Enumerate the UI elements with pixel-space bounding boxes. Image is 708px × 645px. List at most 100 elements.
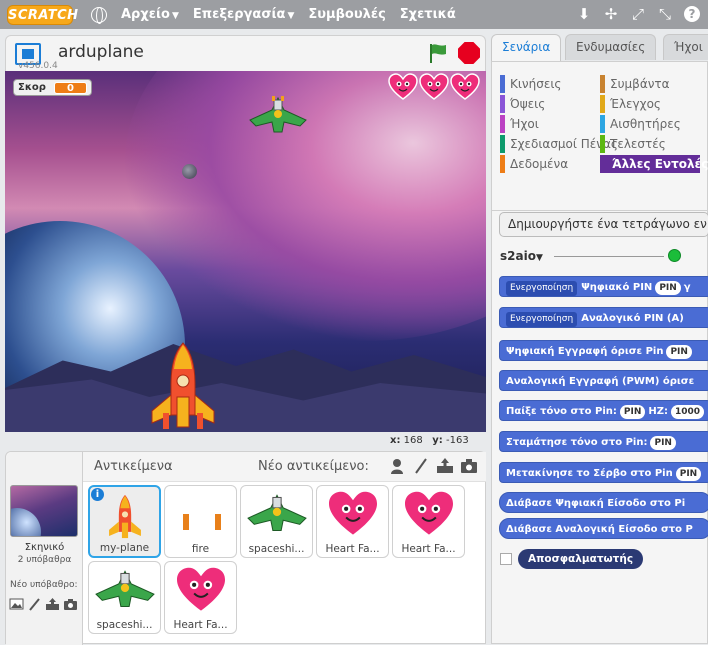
upload-icon[interactable] bbox=[45, 597, 60, 611]
block-analog-write[interactable]: Αναλογική Εγγραφή (PWM) όρισε bbox=[499, 370, 708, 391]
rocket-sprite[interactable] bbox=[148, 341, 218, 431]
sprite-name: Heart Fa... bbox=[325, 543, 380, 555]
score-monitor[interactable]: Σκορ 0 bbox=[13, 79, 92, 96]
menu-file[interactable]: Αρχείο ▼ bbox=[121, 7, 179, 22]
menu-tips[interactable]: Συμβουλές bbox=[308, 7, 385, 22]
sprite-name: spaceshi... bbox=[96, 619, 153, 631]
sprite-name: fire bbox=[191, 543, 210, 555]
backdrop-tools bbox=[9, 597, 78, 611]
sprite-tile[interactable]: i my-plane bbox=[88, 485, 161, 558]
grow-icon[interactable]: ⤢ bbox=[630, 6, 646, 22]
dropdown: Ενεργοποίηση bbox=[506, 281, 578, 296]
block-move-servo[interactable]: Μετακίνησε το Σέρβο στο Pin PIN bbox=[499, 462, 708, 483]
dropdown: Ενεργοποίηση bbox=[506, 312, 578, 327]
sprites-title: Αντικείμενα bbox=[94, 459, 173, 474]
menu-about[interactable]: Σχετικά bbox=[400, 7, 456, 22]
monitor-label: Σκορ bbox=[18, 82, 46, 93]
category-sound[interactable]: Ήχοι bbox=[500, 115, 539, 133]
sprite-tile[interactable]: Heart Fa... bbox=[316, 485, 389, 558]
block-read-digital[interactable]: Διάβασε Ψηφιακή Είσοδο στο Pi bbox=[499, 492, 708, 513]
stage-canvas[interactable]: Σκορ 0 bbox=[5, 71, 486, 432]
globe-icon[interactable] bbox=[91, 6, 107, 24]
tab-scripts[interactable]: Σενάρια bbox=[491, 34, 562, 62]
block-analog-pin[interactable]: Ενεργοποίηση Αναλογικό PIN (A) bbox=[499, 307, 708, 328]
upload-icon[interactable] bbox=[436, 457, 454, 475]
heart-thumbnail bbox=[176, 567, 225, 611]
menu-bar: SCRATCH Αρχείο ▼ Επεξεργασία ▼ Συμβουλές Σ… bbox=[0, 0, 708, 29]
paint-brush-icon[interactable] bbox=[27, 597, 42, 611]
fire-thumbnail bbox=[182, 514, 221, 530]
camera-icon[interactable] bbox=[460, 457, 478, 475]
debugger-block[interactable]: Αποσφαλματωτής bbox=[518, 549, 644, 569]
stop-icon[interactable] bbox=[458, 42, 480, 64]
sprite-tile[interactable]: Heart Fa... bbox=[164, 561, 237, 634]
blocks-panel: Σενάρια Ενδυμασίες Ήχοι Κινήσεις Όψεις Ή… bbox=[491, 33, 708, 644]
version-label: v456.0.4 bbox=[18, 61, 58, 71]
heart-thumbnail bbox=[404, 491, 453, 535]
sprite-tile[interactable]: spaceshi... bbox=[88, 561, 161, 634]
sprite-name: Heart Fa... bbox=[173, 619, 228, 631]
tab-costumes[interactable]: Ενδυμασίες bbox=[565, 34, 657, 60]
heart-sprite[interactable] bbox=[450, 73, 480, 101]
heart-thumbnail bbox=[328, 491, 377, 535]
sprites-header: Αντικείμενα Νέο αντικείμενο: bbox=[83, 452, 486, 482]
block-palette: Κινήσεις Όψεις Ήχοι Σχεδιασμοί Πένας Δεδ… bbox=[491, 61, 708, 644]
category-sensing[interactable]: Αισθητήρες bbox=[600, 115, 681, 133]
category-more-blocks[interactable]: Άλλες Εντολές bbox=[600, 155, 708, 173]
duplicate-stamp-icon[interactable]: ⬇ bbox=[576, 6, 592, 22]
block-read-analog[interactable]: Διάβασε Αναλογική Είσοδο στο P bbox=[499, 518, 708, 539]
sprite-library-icon[interactable] bbox=[388, 457, 406, 475]
menu-edit[interactable]: Επεξεργασία ▼ bbox=[193, 7, 294, 22]
scratch-logo[interactable]: SCRATCH bbox=[7, 4, 78, 25]
cut-scissors-icon[interactable]: ✢ bbox=[603, 6, 619, 22]
stage-backdrop-count: 2 υπόβαθρα bbox=[17, 555, 72, 565]
stage-thumbnail[interactable] bbox=[10, 485, 78, 537]
new-sprite-label: Νέο αντικείμενο: bbox=[258, 459, 369, 474]
green-flag-icon[interactable] bbox=[427, 42, 449, 64]
sprite-name: Heart Fa... bbox=[401, 543, 456, 555]
help-icon[interactable]: ? bbox=[684, 6, 700, 22]
block-play-tone[interactable]: Παίξε τόνο στο Pin: PIN HZ: 1000 bbox=[499, 400, 708, 421]
caret-down-icon: ▼ bbox=[287, 11, 295, 21]
make-block-button[interactable]: Δημιουργήστε ένα τετράγωνο εν bbox=[499, 212, 708, 237]
category-motion[interactable]: Κινήσεις bbox=[500, 75, 561, 93]
category-control[interactable]: Έλεγχος bbox=[600, 95, 661, 113]
status-indicator-icon bbox=[668, 249, 681, 262]
project-title[interactable]: arduplane bbox=[58, 42, 144, 62]
camera-icon[interactable] bbox=[63, 597, 78, 611]
spaceship-sprite[interactable] bbox=[248, 96, 308, 136]
new-sprite-tools bbox=[388, 457, 478, 475]
rocket-thumbnail bbox=[108, 494, 141, 539]
heart-sprite[interactable] bbox=[388, 73, 418, 101]
shrink-icon[interactable]: ⤡ bbox=[657, 6, 673, 22]
mouse-coordinates: x: 168 y: -163 bbox=[390, 435, 469, 446]
category-events[interactable]: Συμβάντα bbox=[600, 75, 670, 93]
sprite-name: spaceshi... bbox=[248, 543, 305, 555]
extension-name[interactable]: s2aio▼ bbox=[500, 249, 543, 263]
new-backdrop-label: Νέο υπόβαθρο: bbox=[10, 580, 78, 590]
debugger-row: Αποσφαλματωτής bbox=[500, 549, 644, 569]
caret-down-icon: ▼ bbox=[535, 253, 543, 263]
stage-column: Σκηνικό 2 υπόβαθρα Νέο υπόβαθρο: bbox=[6, 452, 83, 645]
category-operators[interactable]: Τελεστές bbox=[600, 135, 666, 153]
paint-brush-icon[interactable] bbox=[412, 457, 430, 475]
block-stop-tone[interactable]: Σταμάτησε τόνο στο Pin: PIN bbox=[499, 431, 708, 452]
block-digital-pin[interactable]: Ενεργοποίηση Ψηφιακό PIN PIN γ bbox=[499, 276, 708, 297]
spaceship-thumbnail bbox=[94, 570, 155, 608]
divider bbox=[492, 210, 708, 211]
tab-sounds[interactable]: Ήχοι bbox=[663, 34, 708, 60]
spaceship-thumbnail bbox=[246, 494, 307, 532]
monitor-value: 0 bbox=[53, 81, 87, 94]
coord-y: -163 bbox=[446, 435, 469, 446]
info-icon[interactable]: i bbox=[91, 488, 104, 501]
stage-header: arduplane v456.0.4 bbox=[5, 35, 486, 71]
backdrop-library-icon[interactable] bbox=[9, 597, 24, 611]
sprite-tile[interactable]: Heart Fa... bbox=[392, 485, 465, 558]
category-data[interactable]: Δεδομένα bbox=[500, 155, 568, 173]
sprite-tile[interactable]: fire bbox=[164, 485, 237, 558]
sprite-tile[interactable]: spaceshi... bbox=[240, 485, 313, 558]
block-digital-write[interactable]: Ψηφιακή Εγγραφή όρισε Pin PIN bbox=[499, 340, 708, 361]
debugger-checkbox[interactable] bbox=[500, 553, 512, 565]
heart-sprite[interactable] bbox=[419, 73, 449, 101]
category-looks[interactable]: Όψεις bbox=[500, 95, 545, 113]
